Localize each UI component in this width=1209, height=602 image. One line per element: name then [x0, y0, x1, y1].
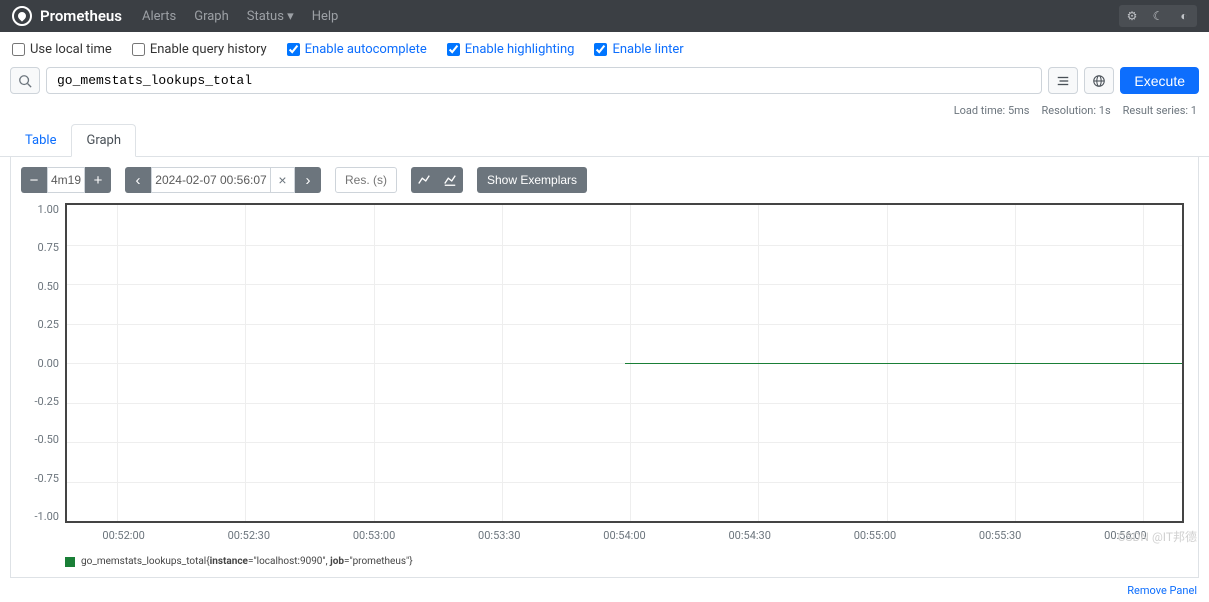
remove-panel-link[interactable]: Remove Panel — [1127, 584, 1197, 597]
brand-text: Prometheus — [40, 7, 122, 25]
options-bar: Use local time Enable query history Enab… — [0, 32, 1209, 67]
nav-status[interactable]: Status ▾ — [247, 9, 294, 24]
expression-input[interactable] — [46, 67, 1042, 94]
y-axis: 1.00 0.75 0.50 0.25 0.00 -0.25 -0.50 -0.… — [25, 203, 65, 523]
execute-button[interactable]: Execute — [1120, 67, 1199, 94]
checkbox[interactable] — [447, 43, 460, 56]
remove-panel-row: Remove Panel — [0, 578, 1209, 602]
option-autocomplete[interactable]: Enable autocomplete — [287, 42, 427, 57]
time-group: ‹ × › — [125, 167, 321, 193]
dark-mode-icon[interactable]: ☾ — [1145, 5, 1171, 27]
time-prev-button[interactable]: ‹ — [125, 167, 151, 193]
chart-type-group — [411, 167, 463, 193]
series-line — [625, 363, 1183, 364]
x-tick: 00:53:00 — [311, 529, 436, 542]
clear-time-button[interactable]: × — [271, 167, 295, 193]
option-use-local-time[interactable]: Use local time — [12, 42, 112, 57]
chart: 1.00 0.75 0.50 0.25 0.00 -0.25 -0.50 -0.… — [21, 203, 1188, 523]
format-icon[interactable] — [1048, 67, 1078, 94]
y-tick: 0.00 — [38, 357, 59, 370]
x-tick: 00:53:30 — [437, 529, 562, 542]
tab-graph[interactable]: Graph — [71, 124, 136, 157]
navbar-right: ⚙ ☾ ◐ — [1119, 5, 1197, 27]
nav-graph[interactable]: Graph — [194, 9, 229, 24]
range-decrease-button[interactable]: − — [21, 167, 47, 193]
y-tick: -1.00 — [35, 510, 60, 523]
y-tick: 0.50 — [38, 280, 59, 293]
legend[interactable]: go_memstats_lookups_total{instance="loca… — [65, 556, 1188, 567]
x-tick: 00:54:30 — [687, 529, 812, 542]
y-tick: 1.00 — [38, 203, 59, 216]
show-exemplars-button[interactable]: Show Exemplars — [477, 167, 587, 193]
x-tick: 00:56:00 — [1063, 529, 1188, 542]
x-tick: 00:52:00 — [61, 529, 186, 542]
navbar-links: Alerts Graph Status ▾ Help — [142, 9, 1119, 24]
globe-icon[interactable] — [1084, 67, 1114, 94]
line-chart-icon[interactable] — [411, 167, 437, 193]
stats-row: Load time: 5ms Resolution: 1s Result ser… — [0, 100, 1209, 121]
nav-alerts[interactable]: Alerts — [142, 9, 176, 24]
result-series: Result series: 1 — [1123, 104, 1197, 117]
checkbox[interactable] — [594, 43, 607, 56]
tabs: Table Graph — [0, 123, 1209, 157]
resolution-input[interactable] — [335, 167, 397, 193]
x-axis: 00:52:00 00:52:30 00:53:00 00:53:30 00:5… — [61, 523, 1188, 542]
range-input[interactable] — [47, 167, 85, 193]
graph-controls: − + ‹ × › Show Exemplars — [21, 167, 1188, 193]
query-row: Execute — [0, 67, 1209, 100]
option-query-history[interactable]: Enable query history — [132, 42, 267, 57]
end-time-input[interactable] — [151, 167, 271, 193]
grid-line — [374, 205, 375, 521]
range-increase-button[interactable]: + — [85, 167, 111, 193]
settings-icon[interactable]: ⚙ — [1119, 5, 1145, 27]
checkbox[interactable] — [287, 43, 300, 56]
tab-table[interactable]: Table — [10, 124, 71, 157]
search-icon — [10, 67, 40, 94]
x-tick: 00:52:30 — [186, 529, 311, 542]
graph-panel: − + ‹ × › Show Exemplars 1.00 0.75 0.50 … — [10, 157, 1199, 578]
load-time: Load time: 5ms — [954, 104, 1030, 117]
y-tick: 0.25 — [38, 318, 59, 331]
navbar-brand[interactable]: Prometheus — [12, 6, 122, 26]
checkbox[interactable] — [132, 43, 145, 56]
x-tick: 00:54:00 — [562, 529, 687, 542]
x-tick: 00:55:00 — [812, 529, 937, 542]
time-next-button[interactable]: › — [295, 167, 321, 193]
y-tick: -0.25 — [35, 395, 60, 408]
stacked-chart-icon[interactable] — [437, 167, 463, 193]
option-linter[interactable]: Enable linter — [594, 42, 683, 57]
legend-label: go_memstats_lookups_total{instance="loca… — [81, 556, 413, 567]
checkbox[interactable] — [12, 43, 25, 56]
legend-swatch — [65, 557, 75, 567]
y-tick: -0.75 — [35, 472, 60, 485]
option-highlighting[interactable]: Enable highlighting — [447, 42, 575, 57]
contrast-icon[interactable]: ◐ — [1171, 5, 1197, 27]
prometheus-logo-icon — [12, 6, 32, 26]
navbar: Prometheus Alerts Graph Status ▾ Help ⚙ … — [0, 0, 1209, 32]
resolution: Resolution: 1s — [1041, 104, 1110, 117]
grid-line — [245, 205, 246, 521]
y-tick: -0.50 — [35, 433, 60, 446]
x-tick: 00:55:30 — [938, 529, 1063, 542]
plot-area[interactable] — [65, 203, 1184, 523]
range-group: − + — [21, 167, 111, 193]
nav-help[interactable]: Help — [312, 9, 339, 24]
grid-line — [117, 205, 118, 521]
y-tick: 0.75 — [38, 241, 59, 254]
grid-line — [502, 205, 503, 521]
